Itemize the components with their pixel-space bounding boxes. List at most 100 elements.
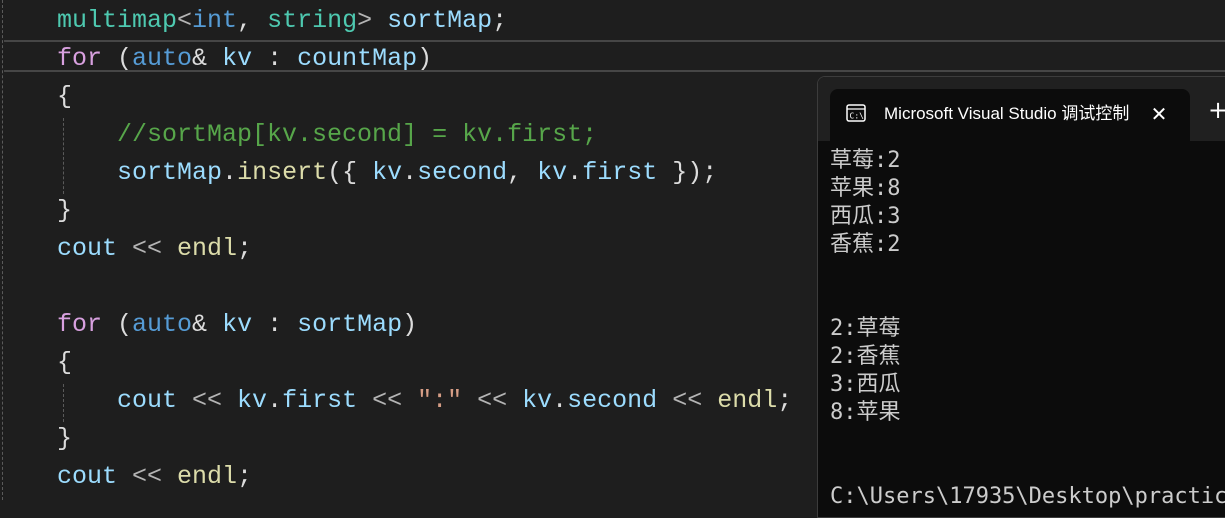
console-output-line: 2:草莓 bbox=[830, 316, 901, 341]
code-token: } bbox=[57, 424, 73, 453]
code-token: sortMap bbox=[117, 158, 223, 187]
code-token: auto bbox=[132, 310, 193, 339]
console-output-line: 3:西瓜 bbox=[830, 372, 901, 397]
code-token: multimap bbox=[57, 6, 178, 35]
console-output-line: 西瓜:3 bbox=[830, 204, 901, 229]
code-token: << bbox=[357, 386, 418, 415]
code-token: ; bbox=[237, 234, 253, 263]
code-line: { bbox=[57, 78, 72, 116]
debug-console-window[interactable]: C:\ Microsoft Visual Studio 调试控制台 ✕ + 草莓… bbox=[817, 76, 1225, 518]
code-line: cout << kv.first << ":" << kv.second << … bbox=[57, 382, 792, 420]
console-titlebar[interactable]: C:\ Microsoft Visual Studio 调试控制台 ✕ + bbox=[818, 77, 1225, 141]
console-output-line: 8:苹果 bbox=[830, 400, 901, 425]
code-token: endl bbox=[717, 386, 778, 415]
svg-text:C:\: C:\ bbox=[850, 112, 865, 121]
console-output-line: 草莓:2 bbox=[830, 148, 901, 173]
new-tab-button[interactable]: + bbox=[1208, 97, 1225, 123]
code-token: insert bbox=[237, 158, 328, 187]
code-token: second bbox=[417, 158, 508, 187]
code-token: cout bbox=[57, 234, 118, 263]
code-token: sortMap bbox=[297, 310, 403, 339]
code-line: cout << endl; bbox=[57, 230, 252, 268]
code-token: for bbox=[57, 44, 103, 73]
console-tab[interactable]: C:\ Microsoft Visual Studio 调试控制台 ✕ bbox=[830, 89, 1190, 141]
code-token: . bbox=[402, 158, 418, 187]
code-line: { bbox=[57, 344, 72, 382]
code-token: . bbox=[552, 386, 568, 415]
code-token: endl bbox=[177, 462, 238, 491]
console-tab-title: Microsoft Visual Studio 调试控制台 bbox=[884, 104, 1130, 123]
code-token: , bbox=[237, 6, 268, 35]
code-token: > bbox=[357, 6, 388, 35]
console-output-line: 2:香蕉 bbox=[830, 344, 901, 369]
editor-left-guide bbox=[2, 0, 3, 500]
code-token: ; bbox=[237, 462, 253, 491]
code-token: ) bbox=[417, 44, 433, 73]
code-token: kv bbox=[237, 386, 268, 415]
code-line: multimap<int, string> sortMap; bbox=[57, 2, 507, 40]
terminal-icon: C:\ bbox=[846, 104, 866, 122]
code-token: << bbox=[177, 386, 238, 415]
code-line: } bbox=[57, 192, 72, 230]
code-token: : bbox=[252, 44, 298, 73]
code-token: string bbox=[267, 6, 358, 35]
code-token: ; bbox=[492, 6, 508, 35]
code-token: < bbox=[177, 6, 193, 35]
code-token: second bbox=[567, 386, 658, 415]
code-token: sortMap bbox=[387, 6, 493, 35]
code-token: . bbox=[567, 158, 583, 187]
code-token: { bbox=[57, 348, 73, 377]
console-output: 草莓:2 苹果:8 西瓜:3 香蕉:2 2:草莓 2:香蕉 3:西瓜 8:苹果 C:\Users… bbox=[830, 147, 1225, 511]
code-token: for bbox=[57, 310, 103, 339]
code-token: kv bbox=[522, 386, 553, 415]
code-token: ) bbox=[402, 310, 418, 339]
code-token: & bbox=[192, 310, 223, 339]
code-line: for (auto& kv : countMap) bbox=[57, 40, 432, 78]
code-token: auto bbox=[132, 44, 193, 73]
code-token: : bbox=[252, 310, 298, 339]
code-token: first bbox=[282, 386, 358, 415]
code-token: cout bbox=[57, 462, 118, 491]
code-token: ( bbox=[102, 310, 133, 339]
code-token: . bbox=[267, 386, 283, 415]
console-output-line: 苹果:8 bbox=[830, 176, 901, 201]
code-token: . bbox=[222, 158, 238, 187]
code-token: //sortMap[kv.second] = kv.first; bbox=[117, 120, 598, 149]
code-token: endl bbox=[177, 234, 238, 263]
code-token: int bbox=[192, 6, 238, 35]
code-line: //sortMap[kv.second] = kv.first; bbox=[57, 116, 597, 154]
code-token: << bbox=[657, 386, 718, 415]
code-token: , bbox=[507, 158, 538, 187]
code-token: cout bbox=[117, 386, 178, 415]
code-token: }); bbox=[657, 158, 718, 187]
console-output-line: 香蕉:2 bbox=[830, 232, 901, 257]
code-token: << bbox=[117, 234, 178, 263]
code-token: first bbox=[582, 158, 658, 187]
close-tab-button[interactable]: ✕ bbox=[1146, 101, 1172, 127]
code-token: ({ bbox=[327, 158, 373, 187]
code-token: ":" bbox=[417, 386, 463, 415]
code-line: for (auto& kv : sortMap) bbox=[57, 306, 417, 344]
console-output-line: C:\Users\17935\Desktop\practice bbox=[830, 484, 1225, 509]
code-line: } bbox=[57, 420, 72, 458]
code-token: { bbox=[57, 82, 73, 111]
code-token: & bbox=[192, 44, 223, 73]
code-token: ; bbox=[777, 386, 793, 415]
code-token: kv bbox=[537, 158, 568, 187]
code-token: } bbox=[57, 196, 73, 225]
code-token: countMap bbox=[297, 44, 418, 73]
code-line: cout << endl; bbox=[57, 458, 252, 496]
code-token: kv bbox=[222, 44, 253, 73]
code-token: << bbox=[462, 386, 523, 415]
code-token: ( bbox=[102, 44, 133, 73]
code-line: sortMap.insert({ kv.second, kv.first }); bbox=[57, 154, 717, 192]
code-token: kv bbox=[222, 310, 253, 339]
code-token: << bbox=[117, 462, 178, 491]
